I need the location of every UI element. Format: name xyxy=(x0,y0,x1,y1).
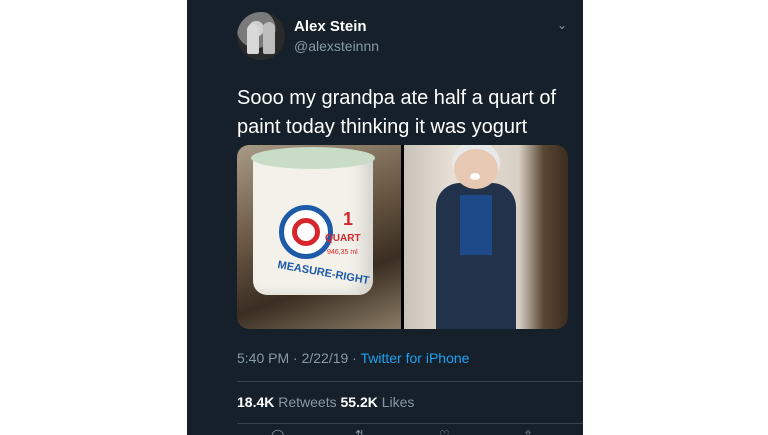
retweets-count[interactable]: 18.4K xyxy=(237,394,274,410)
author-handle[interactable]: @alexsteinnn xyxy=(294,38,379,54)
person-shirt xyxy=(460,195,492,255)
paint-bucket: 1 QUART 946,35 ml MEASURE-RIGHT xyxy=(253,153,373,295)
chevron-down-icon[interactable]: ⌄ xyxy=(557,18,567,32)
retweet-icon[interactable]: ⇅ xyxy=(355,428,365,435)
tweet-source-link[interactable]: Twitter for iPhone xyxy=(360,350,469,366)
bucket-label-ml: 946,35 ml xyxy=(327,249,358,256)
paint-surface xyxy=(251,147,375,169)
avatar-figure-right xyxy=(263,22,275,54)
tweet-text-line-2: paint today thinking it was yogurt xyxy=(237,116,528,138)
bucket-label-one: 1 xyxy=(343,209,354,229)
tweet-media[interactable]: 1 QUART 946,35 ml MEASURE-RIGHT xyxy=(237,145,568,329)
tweet-meta: 5:40 PM · 2/22/19 · Twitter for iPhone xyxy=(237,350,469,366)
tweet-timestamp[interactable]: 5:40 PM · 2/22/19 · xyxy=(237,350,360,366)
tweet-stats: 18.4K Retweets 55.2K Likes xyxy=(237,394,414,410)
tweet-actions: ◯ ⇅ ♡ ⇧ xyxy=(237,428,557,435)
retweets-label[interactable]: Retweets xyxy=(274,394,340,410)
divider xyxy=(237,381,583,382)
share-icon[interactable]: ⇧ xyxy=(523,428,533,435)
likes-label[interactable]: Likes xyxy=(378,394,415,410)
paint-bucket-photo[interactable]: 1 QUART 946,35 ml MEASURE-RIGHT xyxy=(237,145,401,329)
tweet-text-line-1: Sooo my grandpa ate half a quart of xyxy=(237,87,557,109)
brand-logo-icon xyxy=(279,205,333,259)
avatar[interactable] xyxy=(237,12,285,60)
bucket-label-quart: QUART xyxy=(325,233,361,244)
heart-icon[interactable]: ♡ xyxy=(439,428,450,435)
divider xyxy=(237,423,583,424)
tweet-text: Sooo my grandpa ate half a quart of pain… xyxy=(237,84,557,142)
author-name[interactable]: Alex Stein xyxy=(294,18,367,35)
bucket-label-brand: MEASURE-RIGHT xyxy=(276,259,371,287)
tweet-card: Alex Stein @alexsteinnn ⌄ Sooo my grandp… xyxy=(187,0,583,435)
avatar-figure-left xyxy=(247,24,259,54)
grandpa-photo[interactable] xyxy=(404,145,568,329)
reply-icon[interactable]: ◯ xyxy=(271,428,284,435)
likes-count[interactable]: 55.2K xyxy=(341,394,378,410)
paint-on-mouth xyxy=(470,173,480,180)
person-head xyxy=(454,149,498,189)
